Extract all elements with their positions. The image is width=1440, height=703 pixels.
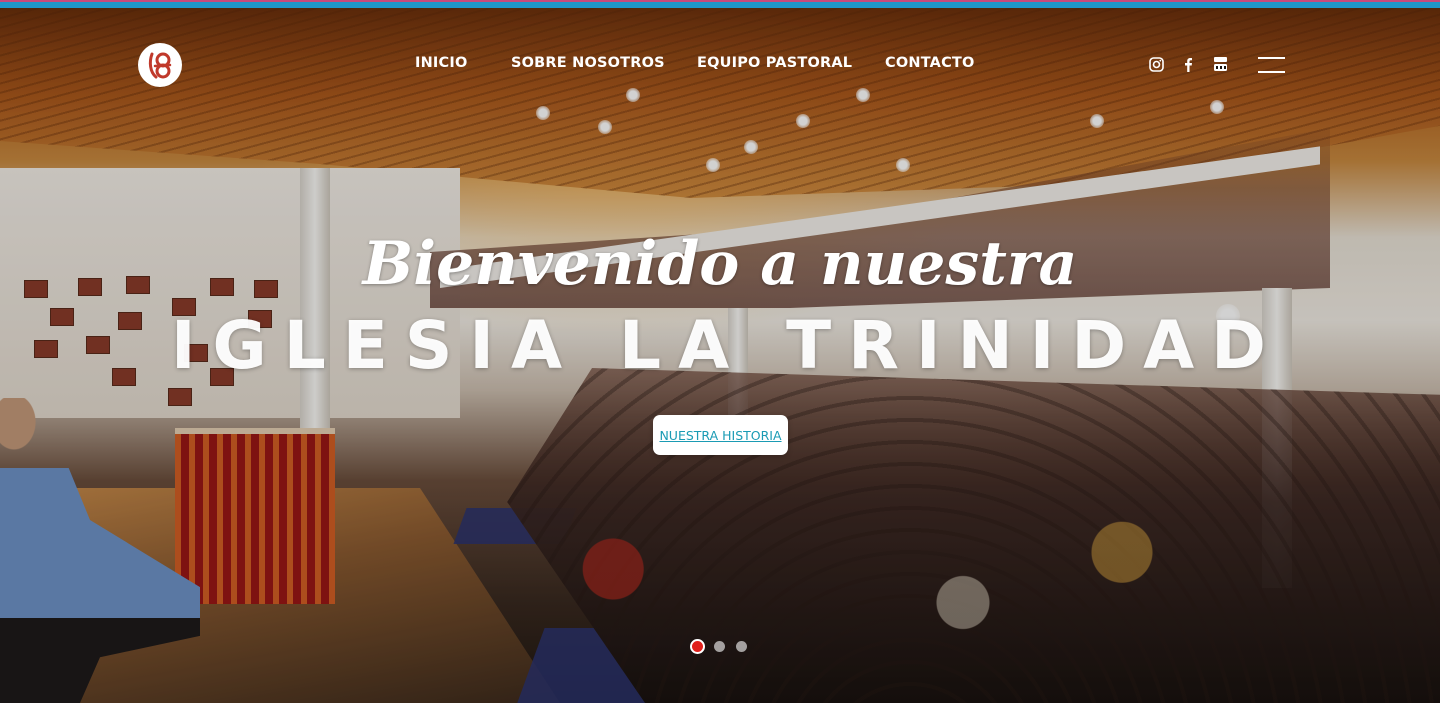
nav-item-sobre-nosotros[interactable]: SOBRE NOSOTROS bbox=[511, 55, 665, 71]
nuestra-historia-button[interactable]: NUESTRA HISTORIA bbox=[653, 415, 788, 455]
slider-dot-1[interactable] bbox=[690, 639, 705, 654]
slider-dot-2[interactable] bbox=[714, 641, 725, 652]
youtube-icon bbox=[1213, 57, 1227, 71]
instagram-icon bbox=[1148, 56, 1164, 72]
nav-item-inicio[interactable]: INICIO bbox=[415, 55, 468, 71]
instagram-link[interactable] bbox=[1148, 56, 1164, 72]
slider-dot-3[interactable] bbox=[736, 641, 747, 652]
nav-item-equipo-pastoral[interactable]: EQUIPO PASTORAL bbox=[697, 55, 852, 71]
hamburger-menu-icon bbox=[1258, 57, 1285, 59]
top-accent-bar bbox=[0, 0, 1440, 8]
nav-item-contacto[interactable]: CONTACTO bbox=[885, 55, 975, 71]
hero-headline: Bienvenido a nuestra bbox=[362, 229, 1078, 299]
hero-subheadline: IGLESIA LA TRINIDAD bbox=[171, 307, 1283, 384]
hamburger-menu-icon bbox=[1258, 71, 1285, 73]
facebook-link[interactable] bbox=[1180, 56, 1196, 72]
facebook-icon bbox=[1185, 57, 1192, 72]
hamburger-menu-button[interactable] bbox=[1258, 56, 1285, 74]
slider-pagination bbox=[690, 639, 760, 654]
youtube-link[interactable] bbox=[1212, 56, 1228, 72]
